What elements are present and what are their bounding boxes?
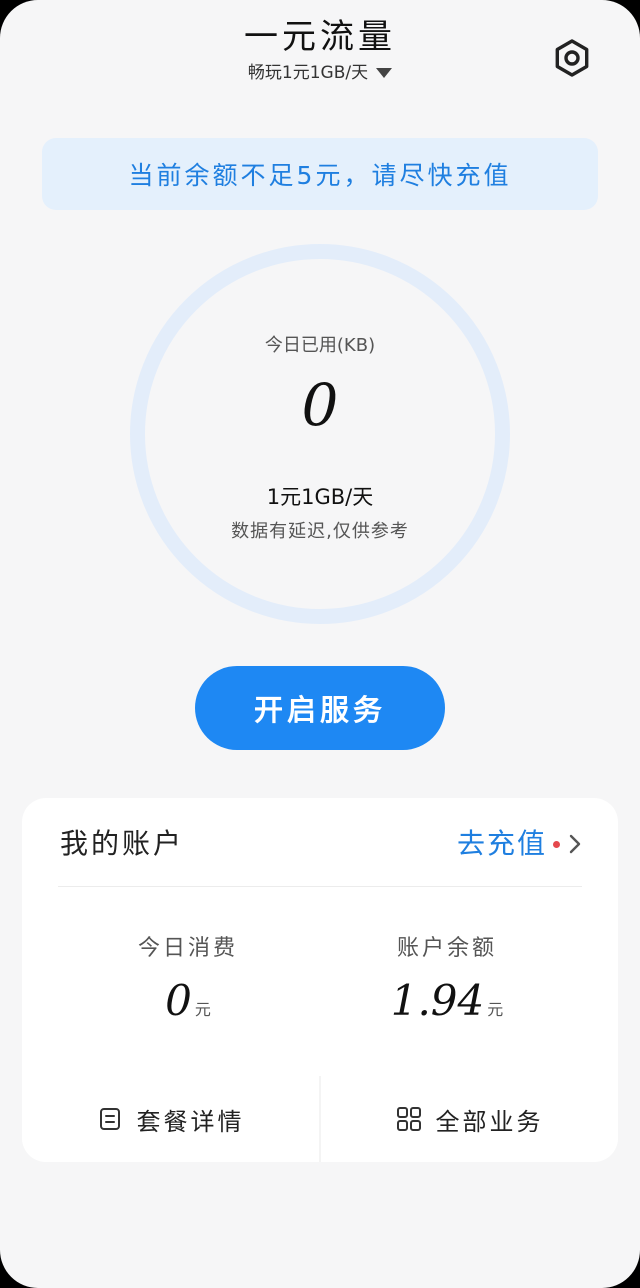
recharge-label: 去充值 <box>456 827 547 860</box>
grid-icon <box>396 1107 421 1131</box>
package-details-label: 套餐详情 <box>136 1107 245 1136</box>
account-balance-value-row: 1.94 元 <box>337 976 557 1035</box>
account-balance-label: 账户余额 <box>396 936 497 961</box>
plan-selector-label: 畅玩1元1GB/天 <box>247 63 369 83</box>
gear-icon[interactable] <box>552 38 592 78</box>
chevron-right-icon <box>569 834 581 854</box>
account-title: 我的账户 <box>60 827 185 860</box>
all-services-label: 全部业务 <box>435 1107 544 1136</box>
today-spend: 今日消费 0元 <box>78 934 298 1035</box>
usage-label: 今日已用(KB) <box>264 335 376 356</box>
low-balance-notice[interactable]: 当前余额不足5元，请尽快充值 <box>42 138 598 210</box>
account-balance-unit: 元 <box>487 1000 504 1019</box>
recharge-link[interactable]: 去充值 <box>457 822 584 866</box>
package-details-button[interactable]: 套餐详情 <box>22 1076 319 1162</box>
account-card: 我的账户 去充值 今日消费 0元 账户余额 1.94 元 套餐详情 全部业务 <box>22 798 618 1162</box>
today-spend-label: 今日消费 <box>137 936 238 961</box>
plan-selector[interactable]: 畅玩1元1GB/天 <box>247 60 393 86</box>
bottom-actions: 套餐详情 全部业务 <box>22 1076 618 1162</box>
today-spend-value-row: 0元 <box>78 976 298 1035</box>
app-title: 一元流量 <box>244 17 396 57</box>
notice-text: 当前余额不足5元，请尽快充值 <box>128 161 512 190</box>
usage-gauge: 今日已用(KB) 0 1元1GB/天 数据有延迟,仅供参考 <box>130 244 510 624</box>
app-screen: 一元流量 畅玩1元1GB/天 当前余额不足5元，请尽快充值 今日已用(KB) 0… <box>0 0 640 1288</box>
plan-rate: 1元1GB/天 <box>266 485 374 509</box>
divider <box>58 886 582 887</box>
delay-note: 数据有延迟,仅供参考 <box>231 521 409 542</box>
caret-down-icon <box>376 68 393 78</box>
document-icon <box>99 1108 120 1130</box>
start-service-button[interactable]: 开启服务 <box>195 666 445 750</box>
notification-dot <box>553 840 560 848</box>
account-balance-value: 1.94 <box>390 976 485 1025</box>
all-services-button[interactable]: 全部业务 <box>319 1076 618 1162</box>
today-spend-unit: 元 <box>194 1000 211 1019</box>
today-spend-value: 0 <box>165 976 192 1025</box>
usage-gauge-content: 今日已用(KB) 0 1元1GB/天 数据有延迟,仅供参考 <box>145 259 495 609</box>
usage-value: 0 <box>301 371 339 439</box>
header: 一元流量 畅玩1元1GB/天 <box>0 14 640 86</box>
account-balance: 账户余额 1.94 元 <box>337 934 557 1035</box>
